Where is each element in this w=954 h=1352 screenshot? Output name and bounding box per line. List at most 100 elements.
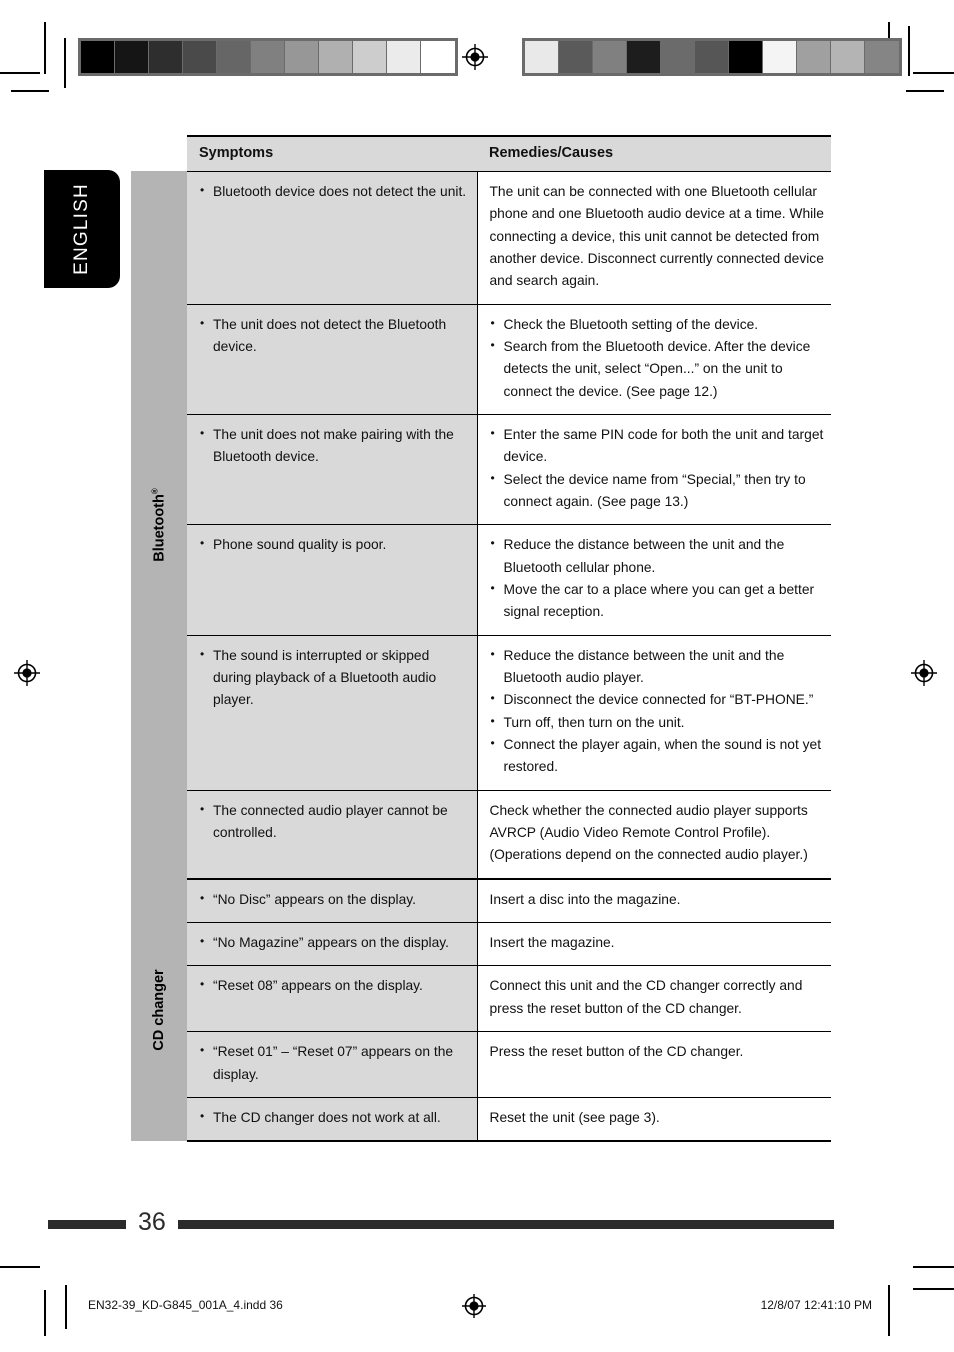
cell-remedies: Insert the magazine. bbox=[476, 922, 831, 966]
list-item: Disconnect the device connected for “BT-… bbox=[490, 689, 826, 711]
list-item: Enter the same PIN code for both the uni… bbox=[490, 424, 826, 469]
bullet-list: “Reset 01” – “Reset 07” appears on the d… bbox=[199, 1041, 467, 1086]
remedies-text: Reduce the distance between the unit and… bbox=[490, 534, 826, 623]
bullet-list: The sound is interrupted or skipped duri… bbox=[199, 645, 467, 712]
calibration-swatch bbox=[627, 41, 661, 73]
bullet-list: Phone sound quality is poor. bbox=[199, 534, 467, 556]
table-header-row: Symptoms Remedies/Causes bbox=[131, 134, 831, 172]
list-item: “No Magazine” appears on the display. bbox=[199, 932, 467, 954]
calibration-swatch bbox=[353, 41, 387, 73]
symptoms-text: “Reset 08” appears on the display. bbox=[199, 975, 467, 997]
list-item: Reduce the distance between the unit and… bbox=[490, 645, 826, 690]
cell-symptoms: The sound is interrupted or skipped duri… bbox=[187, 634, 477, 791]
symptoms-text: “No Disc” appears on the display. bbox=[199, 889, 467, 911]
bullet-list: “Reset 08” appears on the display. bbox=[199, 975, 467, 997]
crop-mark-top-right-horizontal bbox=[913, 72, 954, 74]
bullet-list: “No Disc” appears on the display. bbox=[199, 889, 467, 911]
remedies-text: Reset the unit (see page 3). bbox=[490, 1107, 826, 1129]
cell-remedies: Press the reset button of the CD changer… bbox=[476, 1031, 831, 1098]
remedies-text: Insert a disc into the magazine. bbox=[490, 889, 826, 911]
column-header-symptoms: Symptoms bbox=[187, 134, 477, 172]
calibration-swatch bbox=[831, 41, 865, 73]
list-item: The CD changer does not work at all. bbox=[199, 1107, 467, 1129]
remedies-text: Check whether the connected audio player… bbox=[490, 800, 826, 867]
list-item: Bluetooth device does not detect the uni… bbox=[199, 181, 467, 203]
bullet-list: The unit does not detect the Bluetooth d… bbox=[199, 314, 467, 359]
table-row: Phone sound quality is poor. Reduce the d… bbox=[131, 524, 831, 636]
symptoms-text: The connected audio player cannot be con… bbox=[199, 800, 467, 845]
list-item: Reduce the distance between the unit and… bbox=[490, 534, 826, 579]
bullet-list: The connected audio player cannot be con… bbox=[199, 800, 467, 845]
list-item: Connect the player again, when the sound… bbox=[490, 734, 826, 779]
bullet-list: The CD changer does not work at all. bbox=[199, 1107, 467, 1129]
bullet-list: Enter the same PIN code for both the uni… bbox=[490, 424, 826, 513]
list-item: The unit does not make pairing with the … bbox=[199, 424, 467, 469]
calibration-swatch bbox=[319, 41, 353, 73]
calibration-swatch bbox=[217, 41, 251, 73]
remedies-text: Enter the same PIN code for both the uni… bbox=[490, 424, 826, 513]
calibration-swatch bbox=[387, 41, 421, 73]
table-row: “Reset 01” – “Reset 07” appears on the d… bbox=[131, 1031, 831, 1098]
section-band-cd-changer: CD changer bbox=[131, 878, 187, 1142]
remedies-text: Press the reset button of the CD changer… bbox=[490, 1041, 826, 1063]
table-row: The unit does not make pairing with the … bbox=[131, 413, 831, 525]
paragraph: Connect this unit and the CD changer cor… bbox=[489, 978, 803, 1016]
paragraph: Insert a disc into the magazine. bbox=[489, 891, 681, 907]
list-item: Move the car to a place where you can ge… bbox=[490, 579, 826, 624]
table-row: CD changer “No Disc” appears on the displ… bbox=[131, 877, 831, 1142]
remedies-text: The unit can be connected with one Bluet… bbox=[490, 181, 826, 293]
crop-mark-top-left-inner-vertical bbox=[64, 38, 66, 88]
registration-target-imprint bbox=[461, 1293, 487, 1324]
cell-symptoms: The CD changer does not work at all. bbox=[187, 1096, 477, 1143]
calibration-swatch bbox=[729, 41, 763, 73]
symptoms-text: The sound is interrupted or skipped duri… bbox=[199, 645, 467, 712]
remedies-text: Connect this unit and the CD changer cor… bbox=[490, 975, 826, 1020]
calibration-swatch bbox=[421, 41, 455, 73]
symptoms-text: “Reset 01” – “Reset 07” appears on the d… bbox=[199, 1041, 467, 1086]
paragraph: Press the reset button of the CD changer… bbox=[489, 1044, 744, 1060]
cell-remedies: Reset the unit (see page 3). bbox=[476, 1096, 831, 1143]
page-footer: 36 bbox=[48, 1208, 834, 1237]
remedies-text: Reduce the distance between the unit and… bbox=[490, 645, 826, 779]
table-row: “No Magazine” appears on the display. Ins… bbox=[131, 922, 831, 966]
list-item: “No Disc” appears on the display. bbox=[199, 889, 467, 911]
list-item: Phone sound quality is poor. bbox=[199, 534, 467, 556]
remedies-text: Insert the magazine. bbox=[490, 932, 826, 954]
bullet-list: Reduce the distance between the unit and… bbox=[490, 645, 826, 779]
cell-symptoms: The connected audio player cannot be con… bbox=[187, 789, 477, 879]
calibration-swatch bbox=[797, 41, 831, 73]
grayscale-calibration-strip-left bbox=[78, 38, 458, 76]
cell-remedies: Reduce the distance between the unit and… bbox=[476, 524, 831, 636]
list-item: Turn off, then turn on the unit. bbox=[490, 712, 826, 734]
symptoms-text: Phone sound quality is poor. bbox=[199, 534, 467, 556]
calibration-swatch bbox=[525, 41, 559, 73]
calibration-swatch bbox=[251, 41, 285, 73]
calibration-swatch bbox=[865, 41, 899, 73]
language-side-tab: ENGLISH bbox=[44, 170, 120, 288]
list-item: Check the Bluetooth setting of the devic… bbox=[490, 314, 826, 336]
troubleshooting-table-container: SymptomsRemedies/CausesBluetooth®Bluetoo… bbox=[131, 134, 831, 1143]
imprint-filename: EN32-39_KD-G845_001A_4.indd 36 bbox=[88, 1298, 283, 1312]
print-imprint-line: EN32-39_KD-G845_001A_4.indd 36 12/8/07 1… bbox=[0, 1285, 954, 1329]
page-footer-bar-right bbox=[177, 1220, 834, 1229]
cell-remedies: Reduce the distance between the unit and… bbox=[476, 634, 831, 791]
bullet-list: Bluetooth device does not detect the uni… bbox=[199, 181, 467, 203]
calibration-swatch bbox=[81, 41, 115, 73]
cell-symptoms: The unit does not make pairing with the … bbox=[187, 413, 477, 525]
grayscale-calibration-strip-right bbox=[522, 38, 902, 76]
calibration-swatch bbox=[149, 41, 183, 73]
bullet-list: Check the Bluetooth setting of the devic… bbox=[490, 314, 826, 403]
page-number: 36 bbox=[138, 1208, 166, 1236]
paragraph: The unit can be connected with one Bluet… bbox=[489, 183, 824, 289]
list-item: Search from the Bluetooth device. After … bbox=[490, 336, 826, 403]
calibration-swatch bbox=[115, 41, 149, 73]
cell-remedies: Check the Bluetooth setting of the devic… bbox=[476, 303, 831, 415]
crop-mark-bottom-right-horizontal bbox=[913, 1266, 954, 1268]
crop-mark-top-left-vertical bbox=[44, 22, 46, 74]
calibration-swatch bbox=[695, 41, 729, 73]
cell-remedies: Check whether the connected audio player… bbox=[476, 789, 831, 879]
cell-remedies: The unit can be connected with one Bluet… bbox=[476, 170, 831, 305]
symptoms-text: “No Magazine” appears on the display. bbox=[199, 932, 467, 954]
table-row: Bluetooth® Bluetooth device does not dete… bbox=[131, 170, 831, 879]
registered-mark: ® bbox=[150, 488, 160, 495]
